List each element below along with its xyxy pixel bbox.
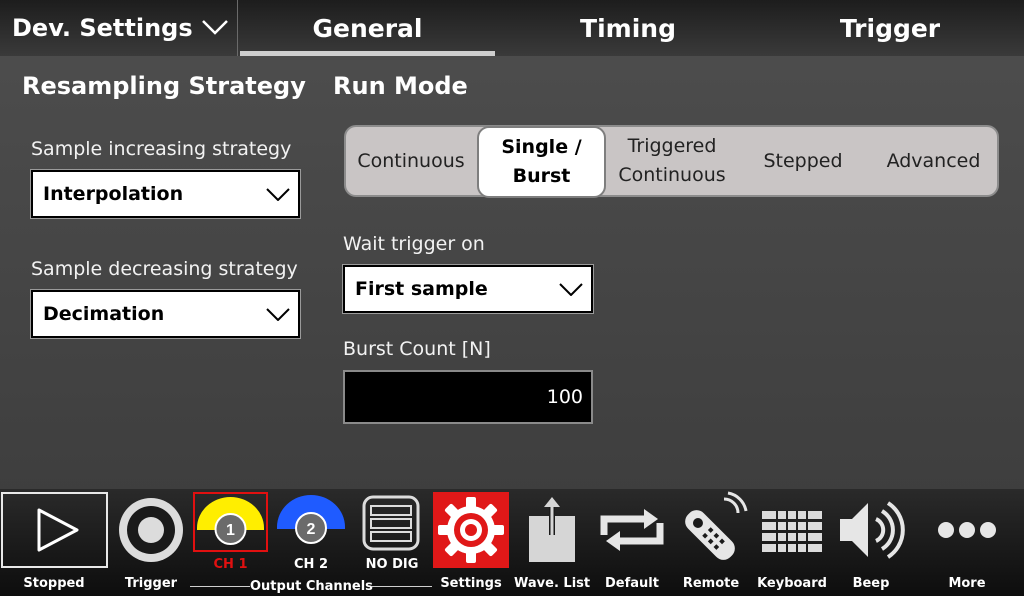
upload-icon [529,497,575,562]
settings-label: Settings [440,576,502,591]
remote-control-icon [685,491,748,560]
chevron-down-icon [266,308,290,321]
run-mode-option-label: Stepped [763,149,843,172]
run-mode-option-label-line2: Continuous [618,164,726,186]
increasing-strategy-select[interactable]: Interpolation [30,169,301,219]
decreasing-strategy-value: Decimation [43,303,165,325]
dev-settings-dropdown[interactable]: Dev. Settings [0,0,238,56]
run-mode-option-label-line1: Triggered [627,135,717,157]
run-mode-option-label: Continuous [357,149,465,172]
group-divider-line [372,586,432,587]
run-mode-option-stepped[interactable]: Stepped [738,127,868,195]
run-stop-button[interactable] [1,492,108,568]
play-icon [37,508,79,552]
stopped-label: Stopped [23,576,85,591]
more-label: More [948,576,986,591]
wait-trigger-value: First sample [355,278,488,300]
channel-2-icon: 2 [277,495,345,544]
top-bar: Dev. Settings General Timing Trigger [0,0,1024,56]
wave-list-label: Wave. List [514,576,591,591]
dev-settings-label: Dev. Settings [12,14,193,42]
output-channels-label: Output Channels [250,579,373,594]
tab-trigger-label: Trigger [839,13,941,43]
run-mode-option-triggered-continuous[interactable]: Triggered Continuous [608,127,736,195]
repeat-icon [600,509,664,551]
decreasing-strategy-select[interactable]: Decimation [30,289,301,339]
chevron-down-icon [266,188,290,201]
decreasing-strategy-label: Sample decreasing strategy [31,258,298,280]
default-label: Default [605,576,659,591]
remote-label: Remote [682,576,740,591]
run-mode-option-label-line1: Single / [501,136,582,158]
tab-general-label: General [312,13,423,43]
channel-1-button[interactable]: 1 [193,492,268,552]
tab-timing-label: Timing [580,13,676,43]
tab-general[interactable]: General [240,0,495,56]
keypad-icon [762,511,822,552]
run-mode-option-continuous[interactable]: Continuous [346,127,476,195]
increasing-strategy-label: Sample increasing strategy [31,138,292,160]
gear-icon [438,497,504,563]
run-mode-option-label: Single / Burst [501,133,581,191]
burst-count-label: Burst Count [N] [343,338,491,360]
increasing-strategy-value: Interpolation [43,183,184,205]
run-mode-option-advanced[interactable]: Advanced [868,127,999,195]
more-dots-icon [938,522,996,538]
wait-trigger-select[interactable]: First sample [342,264,594,314]
channel-2-number: 2 [307,521,316,538]
burst-count-value: 100 [546,386,583,408]
settings-button[interactable] [433,492,509,568]
beep-label: Beep [852,576,890,591]
trigger-icon [119,498,183,562]
run-mode-option-label: Advanced [886,149,981,172]
digital-channels-icon [362,495,420,551]
keyboard-label: Keyboard [757,576,827,591]
channel-2-label: CH 2 [294,557,328,572]
run-mode-segmented-control: Continuous Single / Burst Triggered Cont… [344,125,999,198]
tab-timing[interactable]: Timing [500,0,756,56]
channel-1-label: CH 1 [213,557,248,572]
no-dig-label: NO DIG [365,557,419,572]
burst-count-input[interactable]: 100 [343,370,593,424]
wait-trigger-label: Wait trigger on [343,233,485,255]
run-mode-option-label-line2: Burst [512,165,571,187]
channel-1-icon: 1 [197,497,264,545]
bottom-toolbar: Stopped Trigger 1 CH 1 2 CH 2 NO DIG Out… [0,489,1024,596]
trigger-label: Trigger [124,576,178,591]
speaker-icon [840,501,905,559]
chevron-down-icon [202,20,228,35]
resampling-title: Resampling Strategy [22,72,306,100]
run-mode-option-label: Triggered Continuous [618,132,725,190]
group-divider-line [190,586,250,587]
tab-trigger[interactable]: Trigger [762,0,1018,56]
run-mode-title: Run Mode [333,72,468,100]
channel-1-number: 1 [226,522,235,539]
chevron-down-icon [559,283,583,296]
run-mode-option-single-burst[interactable]: Single / Burst [477,126,606,198]
